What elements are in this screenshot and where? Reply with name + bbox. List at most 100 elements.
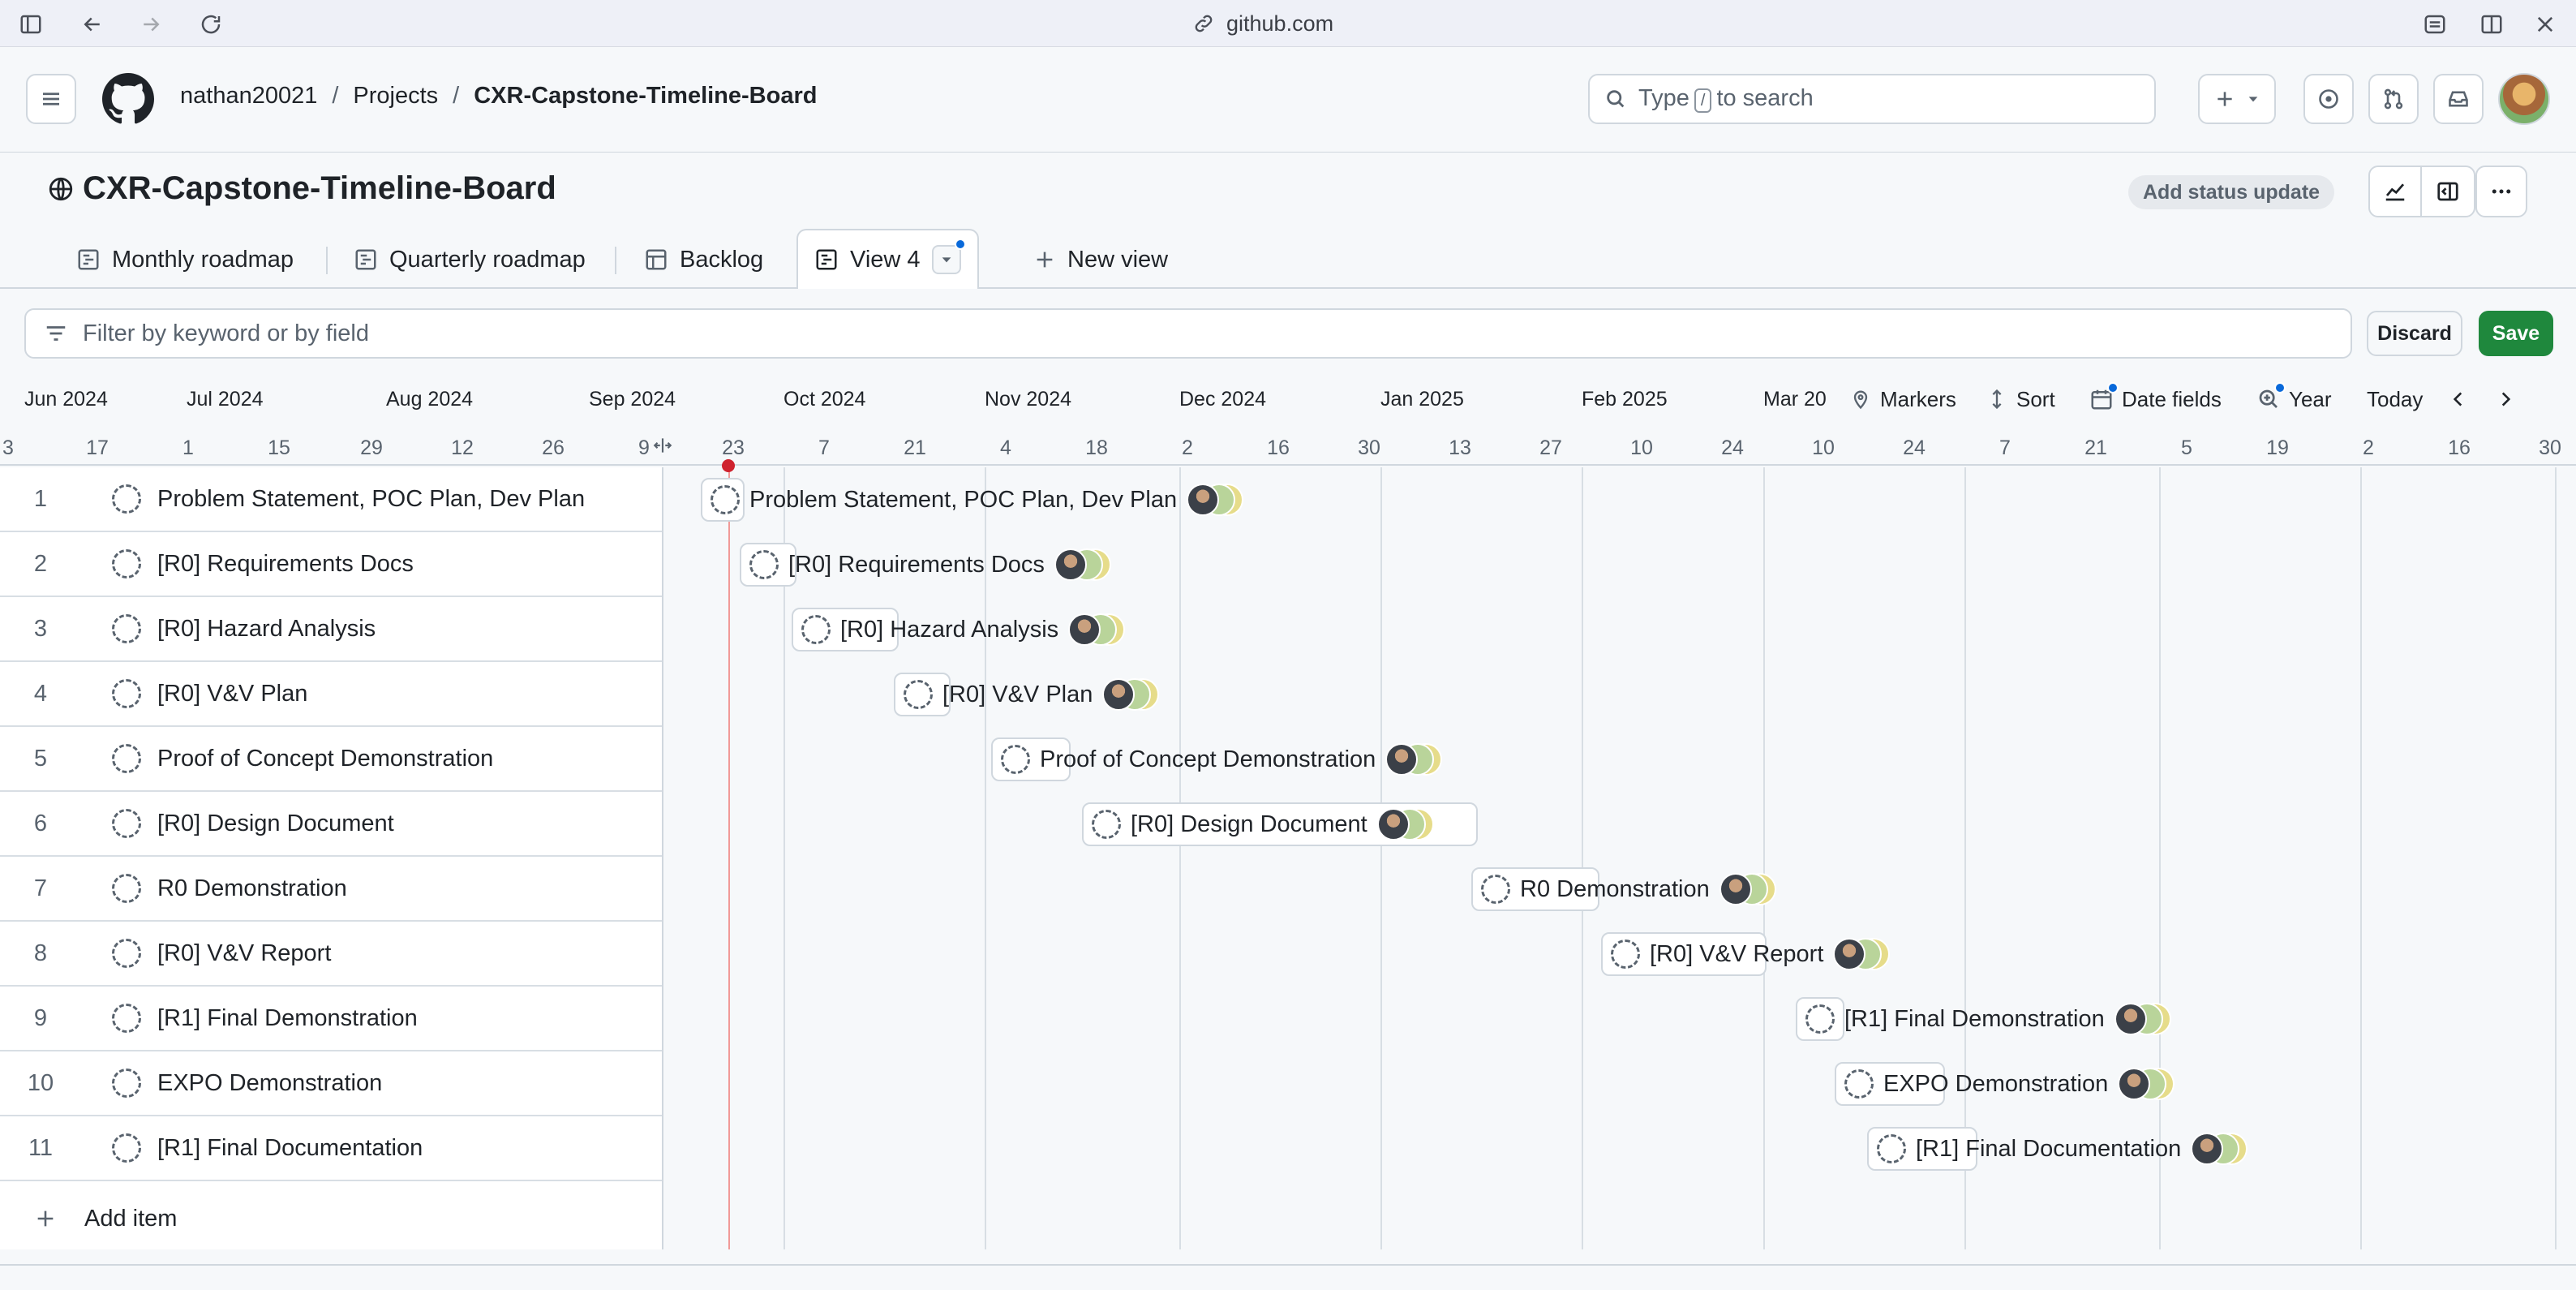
view-options-button[interactable] bbox=[931, 239, 966, 274]
sidebar-toggle-icon[interactable] bbox=[13, 6, 49, 42]
search-input[interactable]: Type / to search bbox=[1588, 74, 2156, 124]
close-icon[interactable] bbox=[2527, 6, 2563, 42]
list-item[interactable]: 6 [R0] Design Document bbox=[0, 792, 662, 857]
list-item[interactable]: 11 [R1] Final Documentation bbox=[0, 1116, 662, 1181]
list-item[interactable]: 8 [R0] V&V Report bbox=[0, 922, 662, 987]
tab-monthly-roadmap[interactable]: Monthly roadmap bbox=[76, 230, 294, 289]
roadmap-icon bbox=[816, 249, 837, 270]
previous-period-button[interactable] bbox=[2448, 381, 2469, 417]
timeline-item[interactable]: [R1] Final Documentation bbox=[1867, 1127, 2248, 1171]
chevron-right-icon bbox=[2501, 392, 2511, 406]
discard-button[interactable]: Discard bbox=[2367, 311, 2462, 356]
draft-issue-icon bbox=[1844, 1069, 1874, 1099]
timeline-item[interactable]: Proof of Concept Demonstration bbox=[991, 737, 1443, 781]
add-item-button[interactable]: Add item bbox=[0, 1186, 662, 1251]
today-button[interactable]: Today bbox=[2367, 381, 2424, 417]
timeline-item[interactable]: [R0] Hazard Analysis bbox=[792, 608, 1126, 651]
add-status-update-button[interactable]: Add status update bbox=[2128, 175, 2335, 209]
day-label: 7 bbox=[1999, 436, 2011, 459]
timeline-item[interactable]: R0 Demonstration bbox=[1471, 867, 1776, 911]
tab-backlog[interactable]: Backlog bbox=[644, 230, 763, 289]
tab-quarterly-roadmap[interactable]: Quarterly roadmap bbox=[354, 230, 586, 289]
timeline-item[interactable]: EXPO Demonstration bbox=[1835, 1062, 2175, 1106]
timeline-item[interactable]: Problem Statement, POC Plan, Dev Plan bbox=[701, 478, 1244, 522]
pull-requests-button[interactable] bbox=[2368, 74, 2419, 124]
month-label: Jun 2024 bbox=[24, 388, 108, 411]
menu-button[interactable] bbox=[26, 74, 76, 124]
assignee-avatars bbox=[1054, 547, 1111, 583]
month-label: Jan 2025 bbox=[1380, 388, 1464, 411]
timeline-item[interactable]: [R0] Design Document bbox=[1082, 802, 1478, 846]
draft-issue-icon bbox=[112, 744, 141, 773]
split-view-icon[interactable] bbox=[2474, 6, 2509, 42]
list-item[interactable]: 9 [R1] Final Demonstration bbox=[0, 987, 662, 1051]
list-item[interactable]: 10 EXPO Demonstration bbox=[0, 1051, 662, 1116]
issue-icon bbox=[2319, 89, 2338, 109]
insights-button[interactable] bbox=[2370, 167, 2422, 216]
assignee-avatars bbox=[2118, 1066, 2175, 1102]
pane-resize-handle[interactable] bbox=[649, 432, 676, 459]
zoom-button[interactable]: Year bbox=[2256, 381, 2332, 417]
breadcrumb-projects[interactable]: Projects bbox=[353, 83, 438, 110]
user-avatar[interactable] bbox=[2498, 73, 2550, 125]
day-label: 24 bbox=[1721, 436, 1744, 459]
unsaved-changes-dot bbox=[954, 239, 966, 250]
month-label: Jul 2024 bbox=[187, 388, 264, 411]
timeline-item[interactable]: [R0] V&V Report bbox=[1601, 932, 1891, 976]
reload-icon[interactable] bbox=[193, 6, 229, 42]
kebab-icon bbox=[2492, 189, 2511, 194]
day-label: 23 bbox=[722, 436, 745, 459]
assignee-avatars bbox=[2114, 1001, 2171, 1037]
sort-button[interactable]: Sort bbox=[1986, 381, 2055, 417]
forward-icon[interactable] bbox=[133, 6, 169, 42]
markers-button[interactable]: Markers bbox=[1849, 381, 1956, 417]
list-item[interactable]: 1 Problem Statement, POC Plan, Dev Plan bbox=[0, 467, 662, 532]
new-view-button[interactable]: New view bbox=[1033, 230, 1168, 289]
day-label: 21 bbox=[2084, 436, 2107, 459]
date-fields-button[interactable]: Date fields bbox=[2089, 381, 2222, 417]
day-label: 7 bbox=[818, 436, 830, 459]
draft-issue-icon bbox=[1481, 875, 1510, 904]
plus-icon bbox=[2218, 92, 2232, 106]
timeline-item[interactable]: [R0] Requirements Docs bbox=[740, 543, 1111, 587]
issues-button[interactable] bbox=[2303, 74, 2354, 124]
inbox-icon bbox=[2449, 91, 2468, 107]
side-panel-button[interactable] bbox=[2422, 167, 2474, 216]
day-label: 9 bbox=[638, 436, 650, 459]
month-label: Aug 2024 bbox=[386, 388, 474, 411]
back-icon[interactable] bbox=[75, 6, 110, 42]
next-period-button[interactable] bbox=[2495, 381, 2516, 417]
more-options-button[interactable] bbox=[2475, 166, 2527, 217]
list-item[interactable]: 3 [R0] Hazard Analysis bbox=[0, 597, 662, 662]
address-bar[interactable]: github.com bbox=[1192, 8, 1333, 39]
draft-issue-icon bbox=[801, 615, 831, 644]
assignee-avatars bbox=[1068, 612, 1126, 647]
github-header: nathan20021 / Projects / CXR-Capstone-Ti… bbox=[0, 47, 2576, 153]
draft-issue-icon bbox=[711, 485, 740, 514]
breadcrumb-project[interactable]: CXR-Capstone-Timeline-Board bbox=[474, 83, 817, 110]
draft-issue-icon bbox=[112, 1069, 141, 1098]
day-label: 12 bbox=[451, 436, 474, 459]
list-item[interactable]: 2 [R0] Requirements Docs bbox=[0, 532, 662, 597]
breadcrumb-owner[interactable]: nathan20021 bbox=[180, 83, 317, 110]
list-item[interactable]: 5 Proof of Concept Demonstration bbox=[0, 727, 662, 792]
today-marker-dot bbox=[722, 459, 735, 472]
day-label: 30 bbox=[2539, 436, 2561, 459]
day-label: 2 bbox=[2363, 436, 2374, 459]
list-item[interactable]: 7 R0 Demonstration bbox=[0, 857, 662, 922]
inbox-button[interactable] bbox=[2433, 74, 2484, 124]
extension-icon[interactable] bbox=[2417, 6, 2453, 42]
breadcrumb: nathan20021 / Projects / CXR-Capstone-Ti… bbox=[180, 83, 818, 110]
tab-view-4[interactable]: View 4 bbox=[796, 229, 979, 289]
day-label: 17 bbox=[86, 436, 109, 459]
timeline-item[interactable]: [R0] V&V Plan bbox=[894, 673, 1160, 716]
create-new-button[interactable] bbox=[2198, 74, 2276, 124]
list-item[interactable]: 4 [R0] V&V Plan bbox=[0, 662, 662, 727]
sort-icon bbox=[1992, 389, 2002, 410]
save-button[interactable]: Save bbox=[2479, 311, 2553, 356]
day-label: 4 bbox=[1000, 436, 1011, 459]
draft-issue-icon bbox=[904, 680, 933, 709]
filter-input[interactable]: Filter by keyword or by field bbox=[24, 308, 2352, 359]
timeline-item[interactable]: [R1] Final Demonstration bbox=[1796, 997, 2171, 1041]
github-logo-icon[interactable] bbox=[102, 73, 154, 125]
